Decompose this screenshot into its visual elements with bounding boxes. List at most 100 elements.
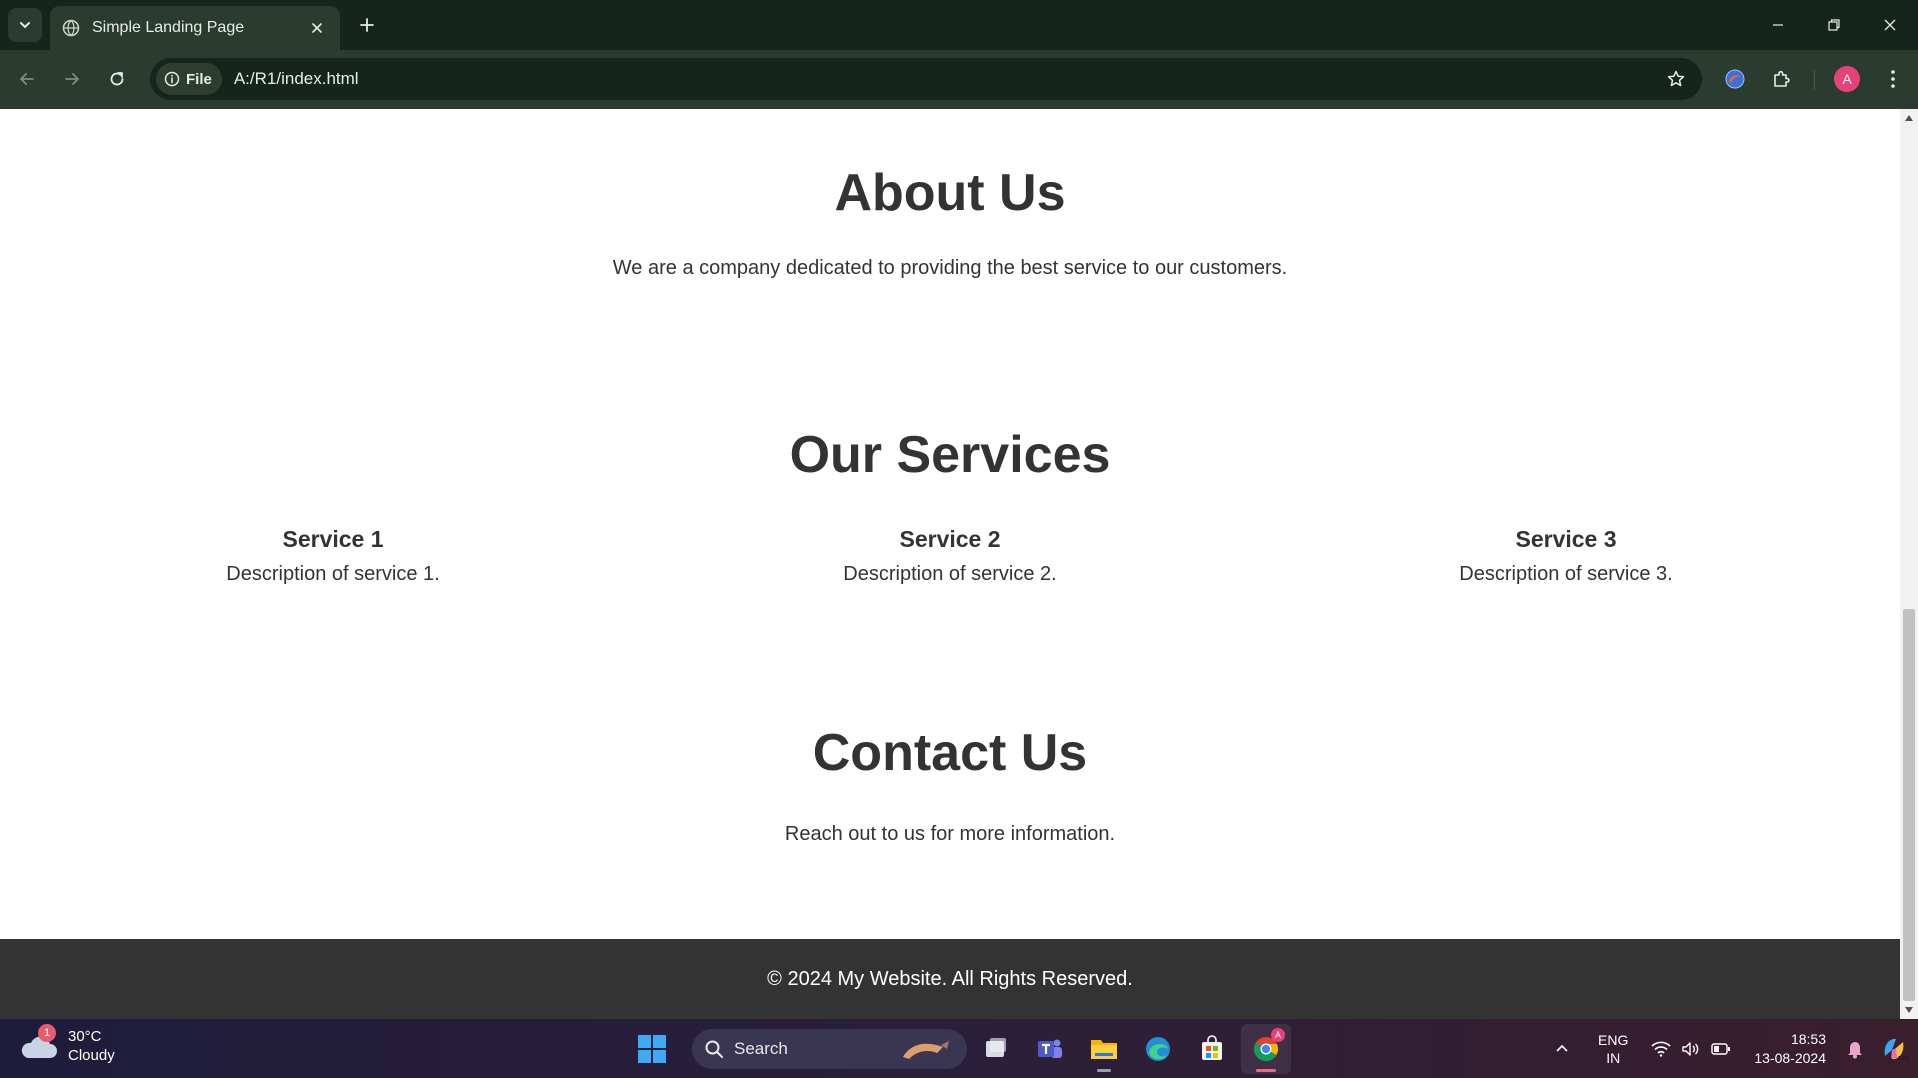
- service-title: Service 1: [282, 526, 384, 552]
- contact-text: Reach out to us for more information.: [784, 823, 1116, 845]
- service-title: Service 2: [899, 526, 1001, 552]
- about-section: About Us We are a company dedicated to p…: [0, 163, 1900, 280]
- tab-search-button[interactable]: [8, 8, 42, 42]
- bookmark-button[interactable]: [1656, 59, 1696, 99]
- profile-button[interactable]: A: [1830, 62, 1864, 96]
- page-viewport: About Us We are a company dedicated to p…: [0, 109, 1900, 1019]
- scroll-up-arrow-icon[interactable]: [1905, 115, 1913, 121]
- notification-bell-icon[interactable]: [1840, 1039, 1870, 1059]
- taskbar-search[interactable]: Search: [692, 1028, 967, 1069]
- chrome-profile-badge: A: [1271, 1027, 1285, 1042]
- system-tray: ENG IN 18:53 13-08-2024 PR: [1544, 1019, 1918, 1078]
- weather-temperature: 30°C: [68, 1028, 102, 1045]
- language-line1: ENG: [1598, 1031, 1629, 1048]
- footer-text: © 2024 My Website. All Rights Reserved.: [767, 967, 1133, 990]
- about-text: We are a company dedicated to providing …: [612, 257, 1288, 279]
- language-line2: IN: [1606, 1049, 1621, 1066]
- contact-heading: Contact Us: [812, 724, 1088, 782]
- extensions-menu-button[interactable]: [1764, 62, 1798, 96]
- puzzle-icon: [1774, 70, 1790, 87]
- search-highlight-icon: [903, 1040, 949, 1059]
- running-indicator: [1097, 1068, 1111, 1072]
- service-description: Description of service 3.: [1459, 563, 1673, 585]
- chevron-up-icon: [1556, 1044, 1568, 1052]
- contact-section: Contact Us Reach out to us for more info…: [0, 723, 1900, 846]
- search-icon: [705, 1040, 723, 1058]
- service-title: Service 3: [1515, 526, 1617, 552]
- teams-app[interactable]: [1025, 1024, 1075, 1074]
- minimize-button[interactable]: [1750, 0, 1806, 50]
- tab-strip: Simple Landing Page: [0, 0, 1918, 50]
- minimize-icon: [1773, 24, 1783, 26]
- avatar: A: [1834, 66, 1860, 92]
- service-description: Description of service 1.: [226, 563, 440, 585]
- store-app[interactable]: [1187, 1024, 1237, 1074]
- wifi-icon[interactable]: [1646, 1041, 1676, 1057]
- extension-button[interactable]: [1718, 62, 1752, 96]
- page-scrollbar[interactable]: [1900, 109, 1918, 1019]
- star-icon: [1667, 70, 1685, 87]
- about-heading: About Us: [834, 164, 1066, 222]
- task-view-icon: [986, 1037, 1006, 1057]
- chrome-app[interactable]: A: [1241, 1023, 1291, 1074]
- taskbar-apps: Search A: [630, 1019, 1291, 1078]
- language-indicator[interactable]: ENG IN: [1598, 1031, 1628, 1067]
- search-label: Search: [734, 1038, 788, 1058]
- clock[interactable]: 18:53 13-08-2024: [1754, 1030, 1826, 1068]
- browser-menu-button[interactable]: [1876, 62, 1910, 96]
- arrow-right-icon: [65, 73, 79, 85]
- weather-widget[interactable]: 1 30°C Cloudy: [20, 1024, 115, 1065]
- close-icon: [1884, 19, 1896, 31]
- back-button[interactable]: [10, 62, 44, 96]
- show-hidden-icons-button[interactable]: [1544, 1042, 1580, 1056]
- forward-button[interactable]: [55, 62, 89, 96]
- svg-text:PRE: PRE: [1898, 1056, 1909, 1063]
- close-window-button[interactable]: [1862, 0, 1918, 50]
- service-description: Description of service 2.: [843, 563, 1057, 585]
- service-card: Service 2 Description of service 2.: [640, 526, 1260, 586]
- service-card: Service 1 Description of service 1.: [23, 526, 643, 586]
- more-vertical-icon: [1891, 70, 1895, 88]
- scroll-thumb[interactable]: [1903, 609, 1915, 1001]
- copilot-icon[interactable]: PRE: [1870, 1034, 1918, 1064]
- browser-toolbar: File A:/R1/index.html A: [0, 50, 1918, 109]
- active-indicator: [1256, 1068, 1276, 1072]
- info-icon: [164, 71, 180, 87]
- url-text[interactable]: A:/R1/index.html: [234, 69, 1656, 89]
- services-section: Our Services: [0, 425, 1900, 485]
- service-card: Service 3 Description of service 3.: [1256, 526, 1876, 586]
- globe-icon: [62, 19, 80, 37]
- scroll-down-arrow-icon[interactable]: [1905, 1007, 1913, 1013]
- volume-icon[interactable]: [1676, 1041, 1706, 1057]
- toolbar-divider: [1814, 70, 1815, 90]
- address-bar[interactable]: File A:/R1/index.html: [150, 58, 1702, 100]
- task-view-button[interactable]: [971, 1024, 1021, 1074]
- cloud-icon: 1: [20, 1024, 60, 1064]
- weather-badge: 1: [38, 1024, 56, 1042]
- folder-icon: [1091, 1039, 1117, 1059]
- tab-title: Simple Landing Page: [92, 19, 245, 36]
- new-tab-button[interactable]: [352, 10, 382, 40]
- active-tab[interactable]: Simple Landing Page: [50, 6, 340, 50]
- site-chip-label: File: [186, 70, 212, 88]
- services-list: Service 1 Description of service 1. Serv…: [0, 526, 1900, 606]
- site-info-chip[interactable]: File: [156, 63, 222, 95]
- clock-time: 18:53: [1790, 1030, 1826, 1047]
- edge-app[interactable]: [1133, 1024, 1183, 1074]
- close-tab-icon[interactable]: [304, 15, 330, 41]
- taskbar: 1 30°C Cloudy Search A ENG IN 18:53 13-0…: [0, 1019, 1918, 1078]
- teams-icon: [1038, 1039, 1062, 1058]
- plus-icon: [360, 18, 374, 32]
- restore-button[interactable]: [1806, 0, 1862, 50]
- start-button[interactable]: [630, 1027, 674, 1071]
- services-heading: Our Services: [789, 426, 1111, 484]
- extension-orb-icon: [1725, 69, 1745, 89]
- battery-icon[interactable]: [1706, 1042, 1736, 1056]
- page-footer: © 2024 My Website. All Rights Reserved.: [0, 939, 1900, 1019]
- restore-icon: [1828, 19, 1840, 31]
- file-explorer-app[interactable]: [1079, 1024, 1129, 1074]
- arrow-left-icon: [20, 73, 34, 85]
- reload-button[interactable]: [100, 62, 134, 96]
- clock-date: 13-08-2024: [1754, 1049, 1826, 1066]
- edge-icon: [1146, 1036, 1170, 1061]
